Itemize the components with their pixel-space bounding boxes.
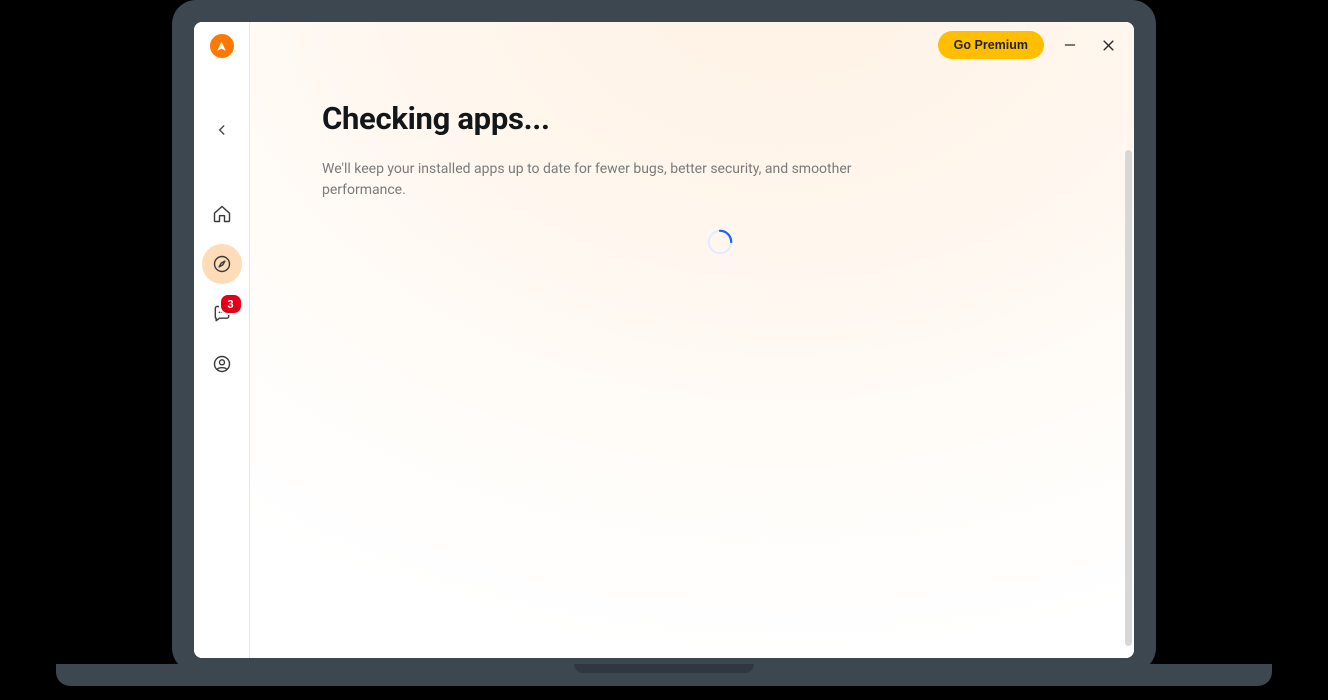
spinner-icon [706, 228, 734, 256]
laptop-base [56, 664, 1272, 686]
page-title: Checking apps... [322, 100, 1094, 137]
main-content: Go Premium Checking apps... [250, 22, 1134, 658]
app-window: 3 Go Premium [194, 22, 1134, 658]
page-body: Checking apps... We'll keep your install… [322, 100, 1094, 201]
close-icon [1101, 38, 1116, 53]
sidebar: 3 [194, 22, 250, 658]
laptop-frame: 3 Go Premium [172, 0, 1156, 672]
sidebar-item-notifications[interactable]: 3 [202, 294, 242, 334]
home-icon [212, 204, 232, 224]
page-subtitle: We'll keep your installed apps up to dat… [322, 159, 882, 201]
close-button[interactable] [1096, 33, 1120, 57]
sidebar-item-home[interactable] [202, 194, 242, 234]
loading-spinner [706, 228, 734, 256]
minimize-icon [1063, 38, 1077, 52]
titlebar: Go Premium [250, 22, 1134, 68]
notification-badge: 3 [219, 293, 243, 315]
minimize-button[interactable] [1058, 33, 1082, 57]
sidebar-item-scan[interactable] [202, 244, 242, 284]
user-icon [212, 354, 232, 374]
scrollbar[interactable] [1125, 150, 1132, 646]
go-premium-button[interactable]: Go Premium [938, 31, 1044, 59]
compass-icon [212, 254, 232, 274]
app-logo[interactable] [210, 34, 234, 58]
back-button[interactable] [208, 116, 236, 144]
chevron-left-icon [215, 123, 229, 137]
logo-icon [215, 40, 228, 53]
sidebar-item-account[interactable] [202, 344, 242, 384]
